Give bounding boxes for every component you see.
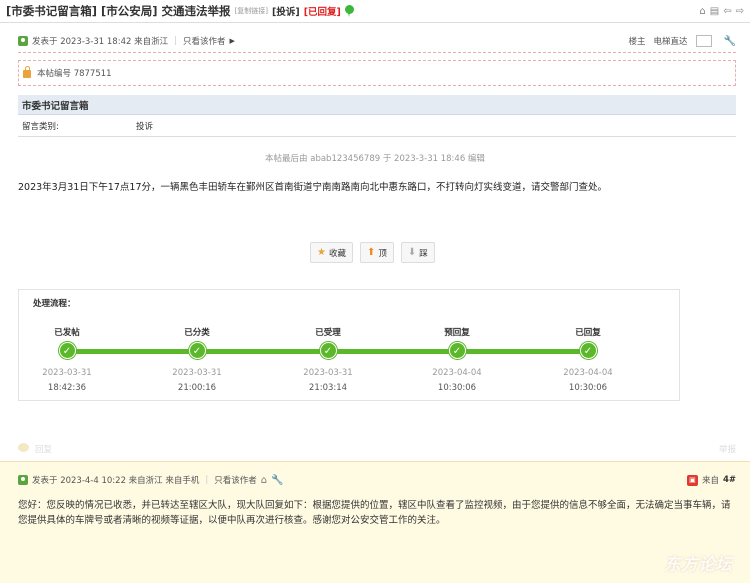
reply-date: 发表于 2023-4-4 10:22 来自浙江 来自手机	[32, 476, 200, 486]
separator: |	[205, 475, 209, 485]
next-icon[interactable]: ⇨	[736, 6, 744, 17]
post-actions: ★ 收藏 ⬆ 顶 ⬇ 踩	[310, 242, 435, 263]
device-icon: ▣	[686, 474, 698, 486]
check-icon: ✓	[58, 342, 76, 359]
prev-icon[interactable]: ⇦	[723, 6, 731, 17]
only-author-link[interactable]: 只看该作者	[183, 35, 226, 47]
copy-link[interactable]: [复制链接]	[235, 6, 268, 16]
step-date: 2023-03-31	[42, 368, 92, 378]
floor-input[interactable]	[695, 35, 712, 47]
mailbox-title: 市委书记留言箱	[18, 95, 736, 115]
post-body: 2023年3月31日下午17点17分，一辆黑色丰田轿车在鄞州区首南街道宁南南路南…	[18, 182, 607, 193]
downvote-button[interactable]: ⬇ 踩	[400, 242, 435, 263]
step-time: 10:30:06	[568, 383, 608, 393]
only-author-link[interactable]: 只看该作者	[214, 474, 257, 486]
reply-link[interactable]: 回复	[35, 443, 52, 455]
mailbox-table: 市委书记留言箱 留言类别: 投诉	[18, 95, 736, 137]
arrow-up-icon: ⬆	[366, 247, 376, 258]
user-icon	[18, 36, 28, 46]
reply-bar: 回复 举报	[18, 443, 736, 455]
site-watermark: 东方论坛	[664, 555, 732, 575]
step-time: 10:30:06	[437, 383, 477, 393]
edit-note: 本帖最后由 abab123456789 于 2023-3-31 18:46 编辑	[265, 154, 485, 164]
flow-title: 处理流程：	[33, 299, 76, 309]
step-date: 2023-04-04	[563, 368, 613, 378]
flow-step: 已发帖 ✓ 2023-03-31 18:42:36	[17, 326, 117, 393]
favorite-label: 收藏	[328, 248, 346, 259]
post-id: 本帖编号 7877511	[37, 69, 112, 79]
post-meta: 发表于 2023-3-31 18:42 来自浙江 | 只看该作者 ▶ 楼主 电梯…	[18, 34, 736, 48]
step-date: 2023-03-31	[172, 368, 222, 378]
flow-step: 已分类 ✓ 2023-03-31 21:00:16	[147, 326, 247, 393]
separator: |	[174, 36, 177, 46]
post-date: 发表于 2023-3-31 18:42 来自浙江	[32, 37, 169, 47]
star-icon: ★	[317, 247, 326, 258]
user-icon	[18, 475, 28, 485]
step-label: 已回复	[575, 328, 601, 338]
reply-body: 您好：您反映的情况已收悉，并已转达至辖区大队，现大队回复如下：根据您提供的位置，…	[18, 500, 731, 526]
reply-icon[interactable]	[18, 443, 29, 452]
upvote-button[interactable]: ⬆ 顶	[359, 242, 394, 263]
flow-step: 已回复 ✓ 2023-04-04 10:30:06	[538, 326, 638, 393]
step-label: 已发帖	[54, 328, 80, 338]
step-time: 21:03:14	[308, 383, 348, 393]
reply-post: 发表于 2023-4-4 10:22 来自浙江 来自手机 | 只看该作者 ⌂ 🔧…	[0, 461, 750, 583]
report-link[interactable]: 举报	[719, 443, 736, 455]
category-key: 留言类别:	[22, 121, 59, 132]
step-date: 2023-03-31	[303, 368, 353, 378]
location-pin-icon	[344, 5, 354, 17]
thread-title: [市委书记留言箱] [市公安局] 交通违法举报	[6, 4, 231, 18]
divider	[18, 52, 736, 53]
thread-header: [市委书记留言箱] [市公安局] 交通违法举报 [复制链接] [投诉] [已回复…	[0, 0, 750, 23]
floor-controls: 楼主 电梯直达 🔧	[629, 35, 736, 47]
home-icon[interactable]: ⌂	[699, 6, 705, 17]
print-icon[interactable]: ▤	[710, 6, 719, 17]
step-time: 18:42:36	[47, 383, 87, 393]
home-icon[interactable]: ⌂	[261, 475, 267, 486]
elevator-label: 电梯直达	[653, 37, 688, 47]
arrow-right-icon[interactable]: ▶	[229, 37, 234, 45]
process-flow: 处理流程： 已发帖 ✓ 2023-03-31 18:42:36 已分类 ✓ 20…	[18, 289, 680, 401]
flow-step: 预回复 ✓ 2023-04-04 10:30:06	[407, 326, 507, 393]
step-label: 已受理	[315, 328, 341, 338]
header-tools: ⌂ ▤ ⇦ ⇨	[699, 6, 744, 17]
upvote-label: 顶	[378, 248, 387, 259]
lock-icon	[23, 66, 31, 78]
check-icon: ✓	[319, 342, 337, 359]
check-icon: ✓	[448, 342, 466, 359]
check-icon: ✓	[188, 342, 206, 359]
arrow-down-icon: ⬇	[407, 247, 417, 258]
tag-replied[interactable]: [已回复]	[304, 4, 341, 18]
check-icon: ✓	[579, 342, 597, 359]
step-label: 预回复	[444, 328, 470, 338]
category-row: 留言类别: 投诉	[18, 115, 736, 137]
source-label: 来自	[701, 476, 719, 486]
reply-floor: ▣ 来自 4#	[686, 474, 736, 486]
step-label: 已分类	[184, 328, 210, 338]
step-date: 2023-04-04	[432, 368, 482, 378]
wrench-icon[interactable]: 🔧	[271, 475, 283, 486]
favorite-button[interactable]: ★ 收藏	[310, 242, 353, 263]
tag-complaint[interactable]: [投诉]	[272, 4, 300, 18]
step-time: 21:00:16	[177, 383, 217, 393]
flow-step: 已受理 ✓ 2023-03-31 21:03:14	[278, 326, 378, 393]
floor-host: 楼主	[628, 37, 646, 47]
reply-meta: 发表于 2023-4-4 10:22 来自浙江 来自手机 | 只看该作者 ⌂ 🔧…	[18, 474, 736, 486]
post-id-box: 本帖编号 7877511	[18, 60, 736, 86]
wrench-icon[interactable]: 🔧	[724, 36, 736, 47]
floor-number[interactable]: 4#	[723, 475, 736, 485]
category-value: 投诉	[136, 121, 154, 132]
downvote-label: 踩	[419, 248, 428, 259]
